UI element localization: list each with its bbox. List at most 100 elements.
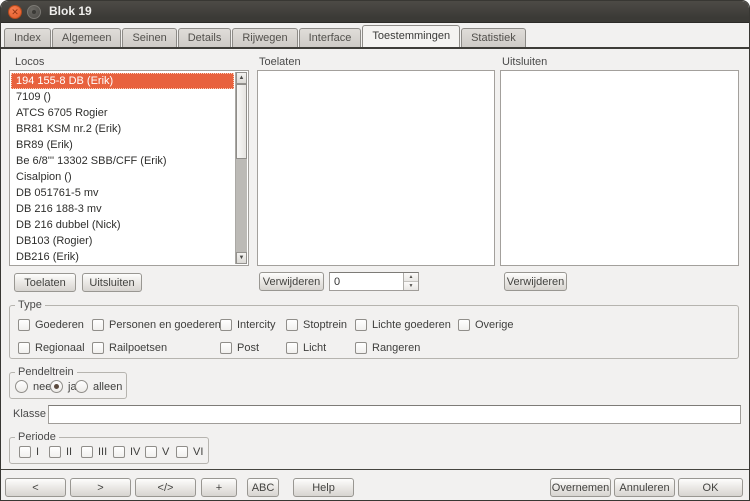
checkbox-icon[interactable] [19, 446, 31, 458]
tab-seinen[interactable]: Seinen [122, 28, 176, 47]
list-item[interactable]: 7109 () [11, 89, 234, 105]
checkbox-periode-3[interactable]: III [81, 445, 107, 458]
minimize-button[interactable] [27, 5, 41, 19]
overnemen-button[interactable]: Overnemen [550, 478, 611, 497]
list-item[interactable]: Be 6/8''' 13302 SBB/CFF (Erik) [11, 153, 234, 169]
toelaten-button[interactable]: Toelaten [14, 273, 76, 292]
checkbox-icon[interactable] [49, 446, 61, 458]
checkbox-label: II [66, 446, 72, 458]
uitsluiten-list[interactable] [500, 70, 739, 266]
scroll-up-icon[interactable]: ▲ [236, 72, 247, 84]
checkbox-icon[interactable] [220, 342, 232, 354]
checkbox-icon[interactable] [286, 342, 298, 354]
tab-rijwegen[interactable]: Rijwegen [232, 28, 297, 47]
footer-divider [1, 469, 749, 470]
radio-nee[interactable]: nee [15, 380, 51, 393]
list-item[interactable]: ATCS 6705 Rogier [11, 105, 234, 121]
checkbox-periode-5[interactable]: V [145, 445, 169, 458]
next-button[interactable]: > [70, 478, 131, 497]
minimize-icon [32, 10, 36, 14]
toelaten-verwijderen-button[interactable]: Verwijderen [259, 272, 324, 291]
uitsluiten-verwijderen-button[interactable]: Verwijderen [504, 272, 567, 291]
checkbox-periode-6[interactable]: VI [176, 445, 203, 458]
prev-button[interactable]: < [5, 478, 66, 497]
annuleren-button[interactable]: Annuleren [614, 478, 675, 497]
checkbox-overige[interactable]: Overige [458, 318, 514, 331]
list-item[interactable]: DB 216 dubbel (Nick) [11, 217, 234, 233]
close-button[interactable]: ✕ [8, 5, 22, 19]
checkbox-periode-2[interactable]: II [49, 445, 72, 458]
ok-button[interactable]: OK [678, 478, 743, 497]
locos-list[interactable]: 194 155-8 DB (Erik) 7109 () ATCS 6705 Ro… [9, 70, 249, 266]
tab-index[interactable]: Index [4, 28, 51, 47]
spinner-up-icon[interactable]: ▲ [404, 273, 418, 282]
checkbox-icon[interactable] [355, 342, 367, 354]
checkbox-icon[interactable] [176, 446, 188, 458]
checkbox-lichte-goederen[interactable]: Lichte goederen [355, 318, 451, 331]
checkbox-icon[interactable] [355, 319, 367, 331]
tab-statistiek[interactable]: Statistiek [461, 28, 526, 47]
checkbox-icon[interactable] [286, 319, 298, 331]
list-item[interactable]: DB 216 188-3 mv [11, 201, 234, 217]
list-item[interactable]: Cisalpion () [11, 169, 234, 185]
checkbox-label: III [98, 446, 107, 458]
klasse-input[interactable] [48, 405, 741, 424]
scroll-down-icon[interactable]: ▼ [236, 252, 247, 264]
list-item[interactable]: DB103 (Rogier) [11, 233, 234, 249]
checkbox-icon[interactable] [81, 446, 93, 458]
tab-interface[interactable]: Interface [299, 28, 362, 47]
checkbox-icon[interactable] [220, 319, 232, 331]
checkbox-icon[interactable] [18, 319, 30, 331]
checkbox-label: Personen en goederen [109, 319, 221, 331]
tab-details[interactable]: Details [178, 28, 232, 47]
abc-button[interactable]: ABC [247, 478, 279, 497]
checkbox-periode-1[interactable]: I [19, 445, 39, 458]
spinner-down-icon[interactable]: ▼ [404, 282, 418, 291]
list-item[interactable]: 194 155-8 DB (Erik) [11, 73, 234, 89]
checkbox-icon[interactable] [458, 319, 470, 331]
toelaten-list[interactable] [257, 70, 495, 266]
checkbox-rangeren[interactable]: Rangeren [355, 341, 420, 354]
checkbox-icon[interactable] [92, 319, 104, 331]
checkbox-licht[interactable]: Licht [286, 341, 326, 354]
list-item[interactable]: BR81 KSM nr.2 (Erik) [11, 121, 234, 137]
list-item[interactable]: DB216 (Erik) [11, 249, 234, 265]
code-button[interactable]: </> [135, 478, 196, 497]
spinner-value-input[interactable] [330, 273, 402, 290]
checkbox-intercity[interactable]: Intercity [220, 318, 276, 331]
checkbox-icon[interactable] [18, 342, 30, 354]
uitsluiten-label: Uitsluiten [502, 56, 547, 68]
checkbox-icon[interactable] [145, 446, 157, 458]
locos-scrollbar[interactable]: ▲ ▼ [235, 72, 247, 264]
checkbox-icon[interactable] [92, 342, 104, 354]
radio-alleen[interactable]: alleen [75, 380, 122, 393]
tab-algemeen[interactable]: Algemeen [52, 28, 122, 47]
type-group-label: Type [15, 299, 45, 312]
klasse-label: Klasse [13, 408, 46, 420]
add-button[interactable]: + [201, 478, 237, 497]
radio-icon[interactable] [15, 380, 28, 393]
radio-icon[interactable] [75, 380, 88, 393]
checkbox-label: Overige [475, 319, 514, 331]
checkbox-label: IV [130, 446, 140, 458]
radio-icon[interactable] [50, 380, 63, 393]
list-item[interactable]: BR89 (Erik) [11, 137, 234, 153]
checkbox-post[interactable]: Post [220, 341, 259, 354]
spinner-steppers: ▲ ▼ [403, 273, 418, 290]
checkbox-label: I [36, 446, 39, 458]
list-item[interactable]: DB 051761-5 mv [11, 185, 234, 201]
scrollbar-thumb[interactable] [236, 84, 247, 159]
checkbox-icon[interactable] [113, 446, 125, 458]
help-button[interactable]: Help [293, 478, 354, 497]
checkbox-periode-4[interactable]: IV [113, 445, 140, 458]
uitsluiten-button[interactable]: Uitsluiten [82, 273, 142, 292]
tab-toestemmingen[interactable]: Toestemmingen [362, 25, 460, 47]
radio-ja[interactable]: ja [50, 380, 77, 393]
checkbox-railpoetsen[interactable]: Railpoetsen [92, 341, 167, 354]
checkbox-goederen[interactable]: Goederen [18, 318, 84, 331]
toelaten-count-spinner[interactable]: ▲ ▼ [329, 272, 419, 291]
checkbox-label: Railpoetsen [109, 342, 167, 354]
checkbox-regionaal[interactable]: Regionaal [18, 341, 85, 354]
checkbox-stoptrein[interactable]: Stoptrein [286, 318, 347, 331]
checkbox-personen-en-goederen[interactable]: Personen en goederen [92, 318, 221, 331]
